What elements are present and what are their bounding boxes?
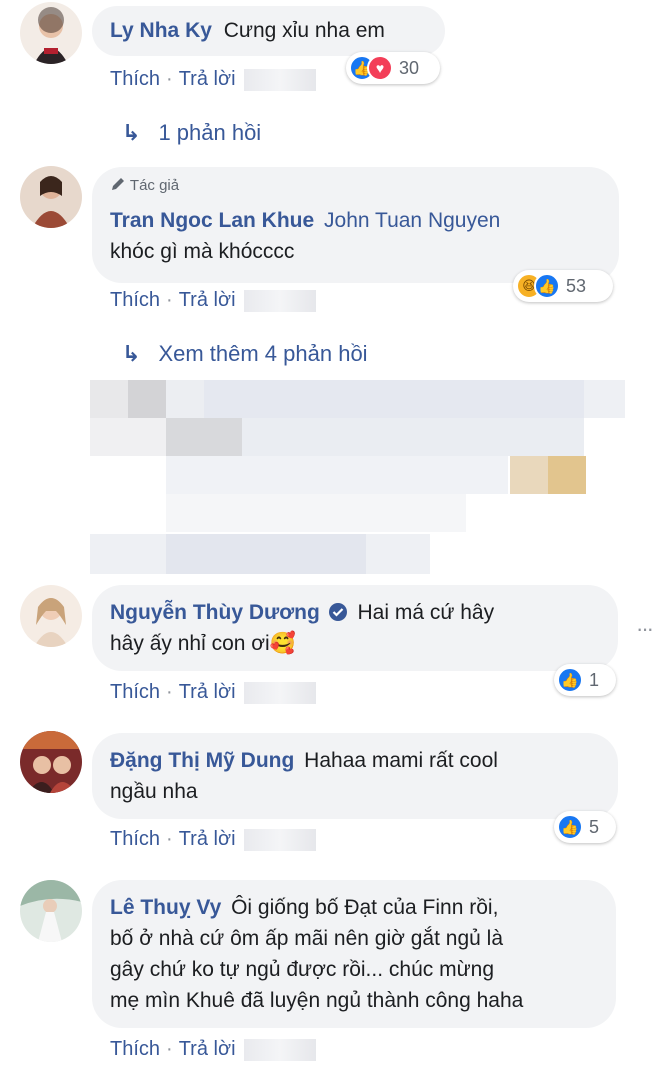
commenter-name[interactable]: Nguyễn Thùy Dương xyxy=(110,601,320,624)
avatar-le-thuy-vy[interactable] xyxy=(20,880,82,942)
like-link[interactable]: Thích xyxy=(110,1038,160,1060)
mention-link[interactable]: John Tuan Nguyen xyxy=(324,209,500,232)
comment-text-line2: ngầu nha xyxy=(110,780,198,803)
like-link[interactable]: Thích xyxy=(110,289,160,311)
like-link[interactable]: Thích xyxy=(110,828,160,850)
reaction-summary[interactable]: 👍 ♥ 30 xyxy=(346,52,440,84)
comment-bubble: Lê Thuỵ Vy Ôi giống bố Đạt của Finn rồi,… xyxy=(92,880,616,1028)
love-icon: ♥ xyxy=(367,55,393,81)
like-link[interactable]: Thích xyxy=(110,68,160,90)
like-icon: 👍 xyxy=(534,273,560,299)
reaction-summary[interactable]: 👍 1 xyxy=(554,664,616,696)
timestamp-blurred xyxy=(243,681,316,704)
pencil-icon xyxy=(112,178,124,190)
avatar-dang-thi-my-dung[interactable] xyxy=(20,731,82,793)
reaction-summary[interactable]: 😆 👍 53 xyxy=(513,270,613,302)
commenter-name[interactable]: Lê Thuỵ Vy xyxy=(110,896,221,919)
reply-link[interactable]: Trả lời xyxy=(179,68,236,90)
reaction-count: 5 xyxy=(589,816,600,837)
separator: · xyxy=(166,681,173,703)
avatar-ly-nha-ky[interactable] xyxy=(20,2,82,64)
commenter-name[interactable]: Ly Nha Ky xyxy=(110,19,212,42)
comment-text-line1: Hai má cứ hây xyxy=(357,601,495,624)
separator: · xyxy=(166,1038,173,1060)
comment-actions: Thích · Trả lời xyxy=(110,828,316,851)
commenter-name[interactable]: Đặng Thị Mỹ Dung xyxy=(110,749,294,772)
separator: · xyxy=(166,289,173,311)
comment-text-line4: mẹ mìn Khuê đã luyện ngủ thành công haha xyxy=(110,989,524,1012)
view-replies-label: 1 phản hồi xyxy=(158,120,262,145)
blurred-content-block xyxy=(90,380,625,575)
comment-text-line1: Hahaa mami rất cool xyxy=(304,749,498,772)
reply-link[interactable]: Trả lời xyxy=(179,828,236,850)
reply-arrow-icon: ↳ xyxy=(122,120,141,145)
reply-link[interactable]: Trả lời xyxy=(179,1038,236,1060)
reply-link[interactable]: Trả lời xyxy=(179,289,236,311)
comment-bubble: Ly Nha Ky Cưng xỉu nha em xyxy=(92,6,445,56)
timestamp-blurred xyxy=(243,1038,316,1061)
comment-text-line3: gây chứ ko tự ngủ được rồi... chúc mừng xyxy=(110,958,494,981)
comment-bubble: Nguyễn Thùy Dương Hai má cứ hây hây ấy n… xyxy=(92,585,618,671)
comment-actions: Thích · Trả lời xyxy=(110,1038,316,1061)
reply-link[interactable]: Trả lời xyxy=(179,681,236,703)
like-icon: 👍 xyxy=(557,667,583,693)
reply-arrow-icon: ↳ xyxy=(122,341,141,366)
reaction-count: 1 xyxy=(589,669,600,690)
comment-text-line2: bố ở nhà cứ ôm ấp mãi nên giờ gắt ngủ là xyxy=(110,927,504,950)
comment-bubble: Đặng Thị Mỹ Dung Hahaa mami rất cool ngầ… xyxy=(92,733,618,819)
view-replies-label: Xem thêm 4 phản hồi xyxy=(158,341,368,366)
separator: · xyxy=(166,68,173,90)
view-replies-link[interactable]: ↳ 1 phản hồi xyxy=(122,120,261,146)
like-link[interactable]: Thích xyxy=(110,681,160,703)
comment-actions: Thích · Trả lời xyxy=(110,681,316,704)
comment-actions: Thích · Trả lời xyxy=(110,68,316,91)
reaction-count: 30 xyxy=(399,57,420,78)
comment-text: Cưng xỉu nha em xyxy=(223,19,385,42)
view-more-replies-link[interactable]: ↳ Xem thêm 4 phản hồi xyxy=(122,341,368,367)
comment-text: khóc gì mà khócccc xyxy=(110,240,295,263)
smiling-hearts-emoji-icon: 🥰 xyxy=(269,632,296,655)
comment-bubble: Tác giả Tran Ngoc Lan Khue John Tuan Ngu… xyxy=(92,167,619,283)
separator: · xyxy=(166,828,173,850)
author-badge-label: Tác giả xyxy=(129,177,180,194)
commenter-name[interactable]: Tran Ngoc Lan Khue xyxy=(110,209,314,232)
author-badge: Tác giả xyxy=(110,175,601,197)
avatar-tran-ngoc-lan-khue[interactable] xyxy=(20,166,82,228)
timestamp-blurred xyxy=(243,828,316,851)
avatar-nguyen-thuy-duong[interactable] xyxy=(20,585,82,647)
more-options-icon[interactable]: ··· xyxy=(636,616,654,642)
comment-text-line2: hây ấy nhỉ con ơi xyxy=(110,632,270,655)
verified-badge-icon xyxy=(328,603,347,621)
comment-text-line1: Ôi giống bố Đạt của Finn rồi, xyxy=(231,896,499,919)
comment-actions: Thích · Trả lời xyxy=(110,289,316,312)
timestamp-blurred xyxy=(243,68,316,91)
reaction-count: 53 xyxy=(566,275,587,296)
reaction-summary[interactable]: 👍 5 xyxy=(554,811,616,843)
like-icon: 👍 xyxy=(557,814,583,840)
timestamp-blurred xyxy=(243,289,316,312)
